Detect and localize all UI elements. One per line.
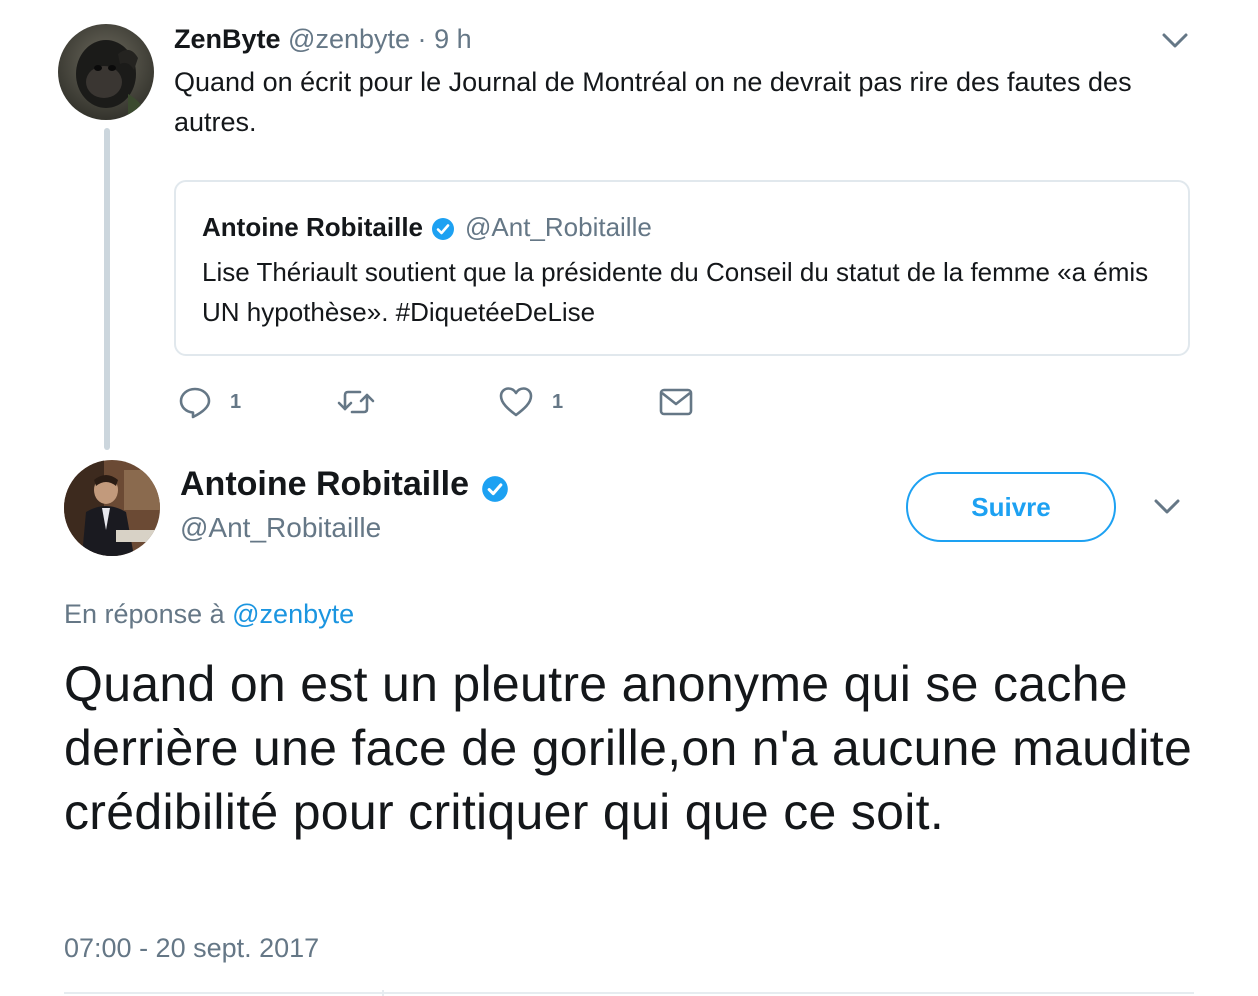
parent-tweet-header: ZenByte @zenbyte · 9 h (174, 22, 472, 56)
antoine-robitaille-avatar[interactable] (64, 460, 160, 556)
parent-tweet-time[interactable]: 9 h (434, 24, 472, 54)
quoted-author-name: Antoine Robitaille (202, 212, 423, 242)
reply-icon (178, 385, 212, 419)
like-count: 1 (552, 390, 564, 413)
main-more-chevron-down-icon[interactable] (1152, 494, 1182, 518)
tweet-timestamp[interactable]: 07:00 - 20 sept. 2017 (64, 930, 319, 966)
heart-icon (498, 385, 534, 419)
reply-action[interactable]: 1 (178, 382, 241, 422)
header-separator: · (417, 24, 427, 54)
envelope-icon (658, 385, 694, 419)
quoted-tweet-card[interactable]: Antoine Robitaille @Ant_Robitaille Lise … (174, 180, 1190, 356)
gorilla-avatar-icon (58, 24, 154, 120)
retweet-action[interactable] (336, 382, 376, 422)
parent-author-handle[interactable]: @zenbyte (288, 24, 410, 54)
reply-mention-link[interactable]: @zenbyte (232, 599, 354, 629)
thread-connector-line (104, 128, 110, 450)
divider-tick (382, 990, 384, 996)
reply-context: En réponse à @zenbyte (64, 596, 354, 632)
main-author-name-text: Antoine Robitaille (180, 465, 469, 503)
like-action[interactable]: 1 (498, 382, 563, 422)
retweet-icon (336, 385, 376, 419)
main-tweet-text: Quand on est un pleutre anonyme qui se c… (64, 656, 1193, 840)
zenbyte-avatar[interactable] (58, 24, 154, 120)
parent-tweet-text: Quand on écrit pour le Journal de Montré… (174, 67, 1132, 137)
follow-button[interactable]: Suivre (906, 472, 1116, 542)
quoted-author-handle: @Ant_Robitaille (465, 212, 652, 242)
reply-context-prefix: En réponse à (64, 599, 225, 629)
quoted-tweet-text: Lise Thériault soutient que la président… (202, 257, 1149, 327)
person-avatar-icon (64, 460, 160, 556)
direct-message-action[interactable] (658, 382, 694, 422)
main-author-name[interactable]: Antoine Robitaille (180, 462, 509, 506)
parent-more-chevron-down-icon[interactable] (1160, 28, 1190, 52)
divider (64, 992, 1194, 994)
verified-badge-icon (431, 215, 455, 240)
main-author-handle[interactable]: @Ant_Robitaille (180, 510, 381, 546)
verified-badge-icon (481, 470, 509, 502)
parent-author-name[interactable]: ZenByte (174, 24, 281, 54)
reply-count: 1 (230, 390, 242, 413)
quoted-tweet-header: Antoine Robitaille @Ant_Robitaille (202, 210, 652, 244)
